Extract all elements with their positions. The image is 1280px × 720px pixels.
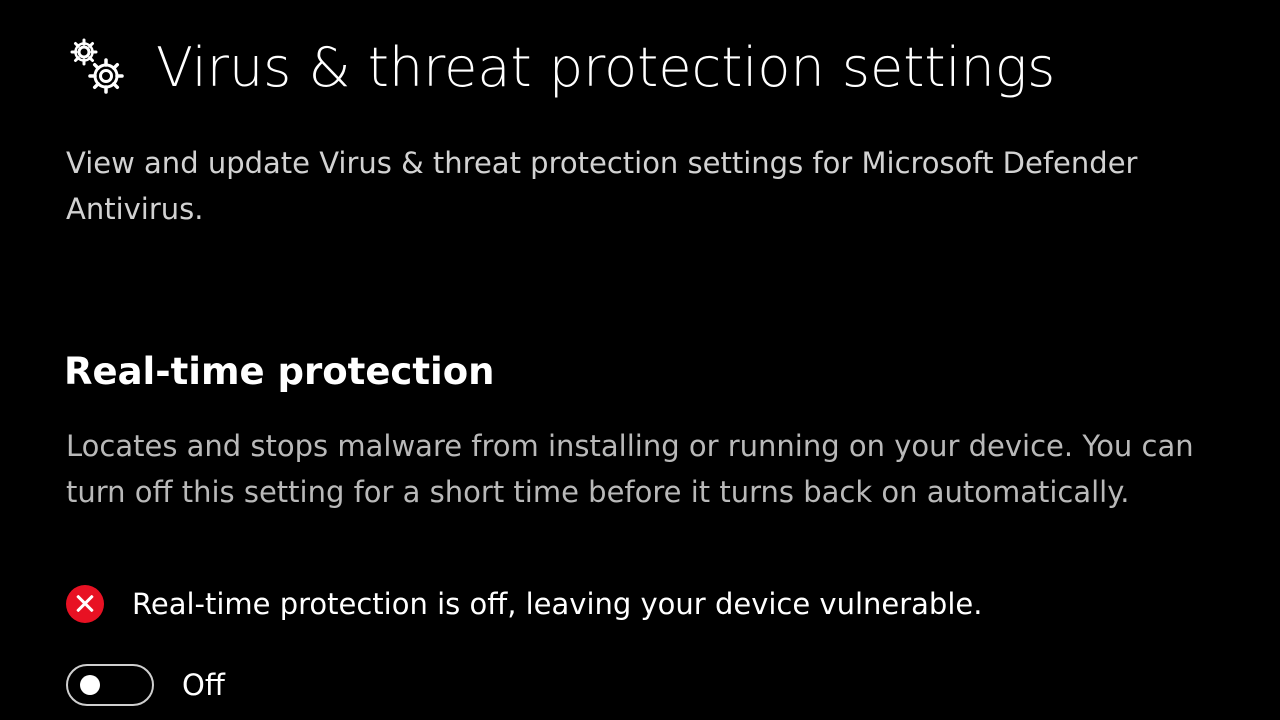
realtime-toggle-row: Off bbox=[66, 664, 225, 706]
realtime-status-row: Real-time protection is off, leaving you… bbox=[66, 585, 982, 623]
gears-icon bbox=[66, 36, 130, 100]
toggle-state-label: Off bbox=[182, 668, 225, 702]
realtime-protection-description: Locates and stops malware from installin… bbox=[66, 429, 1194, 509]
error-circle-icon bbox=[66, 585, 104, 623]
realtime-status-text: Real-time protection is off, leaving you… bbox=[132, 587, 983, 621]
toggle-knob bbox=[80, 675, 100, 695]
realtime-protection-heading: Real-time protection bbox=[64, 350, 495, 393]
page-title: Virus & threat protection settings bbox=[156, 36, 1056, 99]
realtime-protection-toggle[interactable] bbox=[66, 664, 154, 706]
page-header: Virus & threat protection settings bbox=[66, 34, 1055, 102]
settings-page: Virus & threat protection settings View … bbox=[0, 0, 1280, 720]
page-description: View and update Virus & threat protectio… bbox=[66, 146, 1138, 226]
